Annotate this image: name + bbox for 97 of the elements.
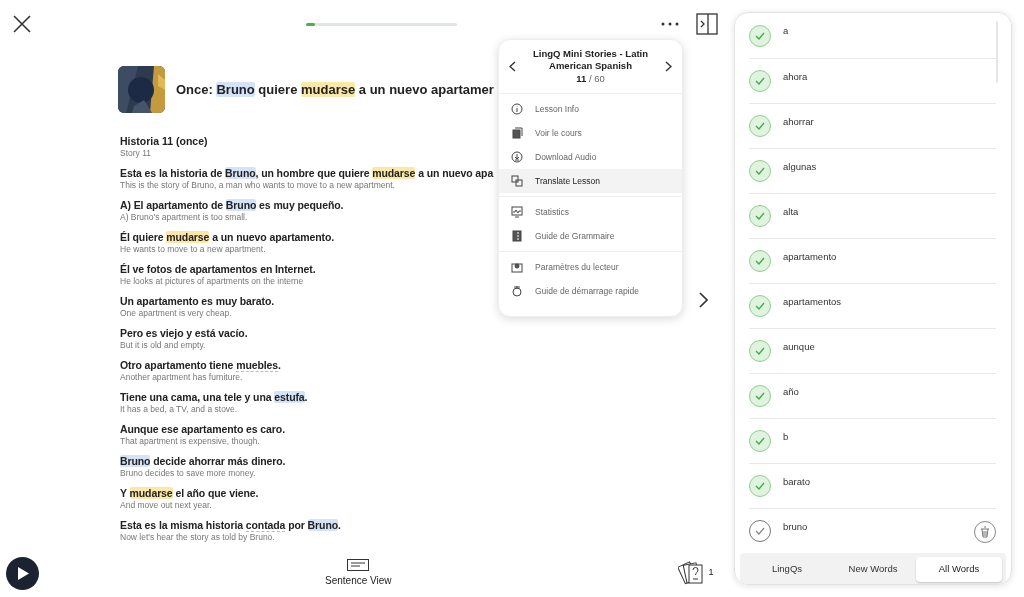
- menu-item[interactable]: Guide de démarrage rapide: [499, 279, 682, 303]
- play-icon: [16, 566, 29, 580]
- sentence[interactable]: Bruno decide ahorrar más dinero.: [120, 455, 286, 468]
- check-icon: [755, 31, 765, 40]
- play-button[interactable]: [6, 556, 39, 590]
- lesson-position: 11: [576, 73, 587, 84]
- word-term[interactable]: algunas: [783, 160, 817, 175]
- lesson-title: Once: Bruno quiere mudarse a un nuevo apartamer: [176, 80, 494, 99]
- flashcards-count: 1: [708, 566, 714, 580]
- mark-known-button[interactable]: [749, 430, 771, 452]
- menu-item[interactable]: Statistics: [499, 200, 682, 224]
- sentence-view-icon: [347, 558, 370, 571]
- translation: It has a bed, a TV, and a stove.: [120, 404, 239, 415]
- check-icon: [755, 77, 765, 85]
- mark-known-button[interactable]: [749, 520, 771, 542]
- translation: But it is old and empty.: [120, 340, 207, 351]
- monitor-chart-icon: [511, 206, 523, 218]
- word-term[interactable]: apartamento: [783, 250, 837, 265]
- mark-known-button[interactable]: [749, 205, 771, 227]
- mark-known-button[interactable]: [749, 250, 771, 272]
- sentence[interactable]: Pero es viejo y está vacío.: [120, 327, 248, 340]
- check-icon: [755, 212, 765, 220]
- word-term[interactable]: ahorrar: [783, 115, 814, 130]
- sidebar-toggle-icon[interactable]: [696, 13, 718, 35]
- trash-icon: [980, 526, 990, 538]
- sentence[interactable]: Aunque ese apartamento es caro.: [120, 423, 285, 436]
- sentence[interactable]: Y mudarse el año que viene.: [120, 487, 259, 500]
- more-icon[interactable]: [661, 22, 679, 26]
- translation: That apartment is expensive, though.: [120, 436, 261, 447]
- check-icon: [755, 302, 765, 310]
- close-icon[interactable]: [13, 15, 31, 33]
- translation: A) Bruno's apartment is too small.: [120, 212, 249, 223]
- word-term[interactable]: bruno: [783, 520, 808, 535]
- sentence[interactable]: A) El apartamento de Bruno es muy pequeño.: [120, 199, 344, 212]
- filter-tab[interactable]: New Words: [830, 557, 916, 582]
- word-term[interactable]: ahora: [783, 70, 808, 85]
- section-subheading: Story 11: [120, 148, 152, 159]
- section-heading: Historia 11 (once): [120, 135, 208, 148]
- word-term[interactable]: b: [783, 430, 789, 445]
- mark-known-button[interactable]: [749, 70, 771, 92]
- menu-item[interactable]: Guide de Grammaire: [499, 224, 682, 248]
- sentence[interactable]: Esta es la misma historia contada por Bruno.: [120, 519, 341, 532]
- check-icon: [755, 437, 765, 445]
- next-icon[interactable]: [665, 61, 672, 72]
- mark-known-button[interactable]: [749, 475, 771, 497]
- previous-icon[interactable]: [509, 61, 516, 72]
- word-term[interactable]: alta: [783, 205, 799, 220]
- check-icon: [755, 167, 765, 175]
- check-icon: [755, 482, 765, 490]
- check-icon: [755, 257, 765, 265]
- course-title[interactable]: LingQ Mini Stories - Latin American Spanish: [520, 48, 661, 72]
- menu-item[interactable]: Lesson Info: [499, 97, 682, 121]
- mark-known-button[interactable]: [749, 340, 771, 362]
- translation: Now let's hear the story as told by Bruno.: [120, 532, 276, 543]
- word-term[interactable]: aunque: [783, 340, 815, 355]
- mark-known-button[interactable]: [749, 385, 771, 407]
- mark-known-button[interactable]: [749, 295, 771, 317]
- sentence[interactable]: Él ve fotos de apartamentos en Internet.: [120, 263, 316, 276]
- sentence-view-button[interactable]: Sentence View: [325, 558, 392, 588]
- translate-icon: [511, 175, 523, 187]
- translation: And move out next year.: [120, 500, 213, 511]
- mark-known-button[interactable]: [749, 24, 771, 47]
- word-term[interactable]: año: [783, 385, 799, 400]
- mark-known-button[interactable]: [749, 160, 771, 182]
- sentence[interactable]: Tiene una cama, una tele y una estufa.: [120, 391, 308, 404]
- menu-item[interactable]: Translate Lesson: [499, 169, 682, 193]
- info-icon: [511, 103, 523, 115]
- check-icon: [755, 392, 765, 400]
- word-term[interactable]: barato: [783, 475, 810, 490]
- translation: He wants to move to a new apartment.: [120, 244, 267, 255]
- download-icon: [511, 151, 523, 163]
- translation: Another apartment has furniture.: [120, 372, 244, 383]
- mark-known-button[interactable]: [749, 115, 771, 137]
- menu-item[interactable]: Voir le cours: [499, 121, 682, 145]
- menu-item[interactable]: Paramètres du lecteur: [499, 255, 682, 279]
- word-term[interactable]: apartamentos: [783, 295, 842, 310]
- translation: One apartment is very cheap.: [120, 308, 233, 319]
- reader-settings-icon: [511, 261, 523, 273]
- sentence[interactable]: Un apartamento es muy barato.: [120, 295, 275, 308]
- check-icon: [755, 347, 765, 355]
- sentence[interactable]: Otro apartamento tiene muebles.: [120, 359, 281, 372]
- book-stack-icon: [511, 127, 523, 139]
- check-icon: [755, 122, 765, 130]
- grammar-book-icon: [511, 230, 523, 242]
- sentence[interactable]: Él quiere mudarse a un nuevo apartamento.: [120, 231, 335, 244]
- menu-item[interactable]: Download Audio: [499, 145, 682, 169]
- check-icon: [755, 527, 765, 535]
- flashcards-icon[interactable]: [677, 561, 706, 585]
- lesson-total: / 60: [588, 73, 605, 84]
- translation: He looks at pictures of apartments on the interne: [120, 276, 305, 287]
- filter-tab[interactable]: LingQs: [744, 557, 830, 582]
- word-term[interactable]: a: [783, 24, 789, 39]
- filter-tab[interactable]: All Words: [916, 557, 1002, 582]
- next-page-icon[interactable]: [698, 292, 708, 308]
- sentence[interactable]: Esta es la historia de Bruno, un hombre que quiere mudarse a un nuevo apa: [120, 167, 494, 180]
- translation: This is the story of Bruno, a man who wants to move to a new apartment.: [120, 180, 396, 191]
- translation: Bruno decides to save more money.: [120, 468, 257, 479]
